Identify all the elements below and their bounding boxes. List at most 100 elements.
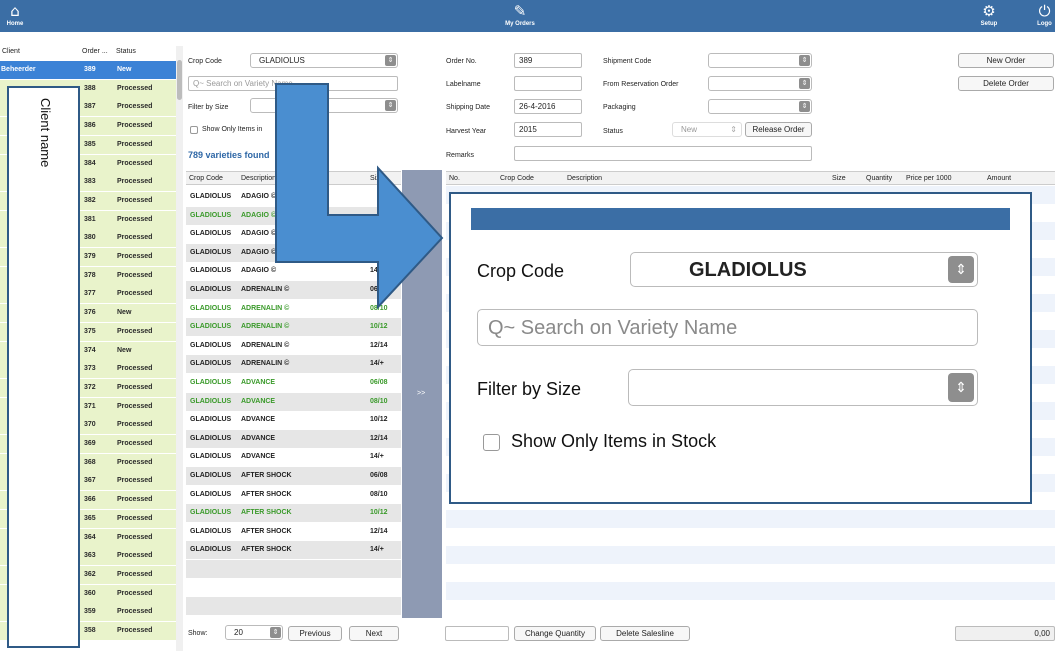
delete-order-button[interactable]: Delete Order (958, 76, 1054, 91)
quantity-column[interactable]: Quantity (866, 175, 892, 182)
order-number-cell: 371 (84, 402, 96, 410)
chevron-updown-icon: ⇕ (385, 100, 396, 111)
scroll-thumb[interactable] (177, 60, 182, 100)
status-cell: Processed (117, 215, 153, 223)
client-column-header[interactable]: Client (2, 48, 20, 55)
home-button[interactable]: ⌂ Home (4, 2, 26, 28)
next-button[interactable]: Next (349, 626, 399, 641)
variety-row[interactable]: GLADIOLUS AFTER SHOCK 08/10 (186, 485, 401, 504)
price-column[interactable]: Price per 1000 (906, 175, 952, 182)
previous-button[interactable]: Previous (288, 626, 342, 641)
variety-row[interactable]: GLADIOLUS ADVANCE 06/08 (186, 374, 401, 392)
variety-row[interactable]: GLADIOLUS ADRENALIN © 12/14 (186, 336, 401, 355)
shipping-date-field[interactable]: 26-4-2016 (514, 99, 582, 114)
order-list-row[interactable]: Beheerder 389 New (0, 61, 176, 79)
variety-description-cell: ADVANCE (241, 416, 276, 424)
zoom-filter-size-select[interactable]: ⇕ (628, 369, 978, 406)
amount-column[interactable]: Amount (987, 175, 1011, 182)
line-description-column[interactable]: Description (567, 175, 602, 182)
variety-row[interactable]: GLADIOLUS ADVANCE 12/14 (186, 429, 401, 448)
zoom-search-input[interactable]: Q~ Search on Variety Name (477, 309, 978, 346)
variety-crop-cell: GLADIOLUS (190, 193, 232, 200)
filter-size-select[interactable]: ⇕ (250, 98, 398, 113)
status-cell: Processed (117, 589, 153, 597)
order-column-header[interactable]: Order ... (82, 48, 108, 55)
line-size-column[interactable]: Size (832, 175, 846, 182)
order-line-row[interactable] (446, 600, 1055, 618)
variety-row[interactable]: GLADIOLUS ADVANCE 10/12 (186, 411, 401, 430)
variety-table-header: Crop Code Description Size (186, 171, 401, 185)
order-number-cell: 388 (84, 84, 96, 92)
variety-row[interactable]: GLADIOLUS AFTER SHOCK 10/12 (186, 504, 401, 523)
order-line-row[interactable] (446, 564, 1055, 582)
variety-row[interactable]: GLADIOLUS ADRENALIN © 08/10 (186, 299, 401, 318)
order-no-field[interactable]: 389 (514, 53, 582, 68)
variety-row[interactable]: GLADIOLUS ADAGIO © (186, 206, 401, 225)
quantity-input[interactable] (445, 626, 509, 641)
zoom-stock-checkbox[interactable] (483, 434, 500, 451)
packaging-select[interactable]: ⇕ (708, 99, 812, 114)
variety-size-cell: 08/10 (370, 397, 388, 405)
variety-row[interactable]: GLADIOLUS AFTER SHOCK 14/+ (186, 541, 401, 560)
status-cell: Processed (117, 608, 153, 616)
labelname-field[interactable] (514, 76, 582, 91)
order-number-cell: 379 (84, 253, 96, 260)
chevron-updown-icon: ⇕ (799, 78, 810, 89)
delete-salesline-button[interactable]: Delete Salesline (600, 626, 690, 641)
harvest-year-field[interactable]: 2015 (514, 122, 582, 137)
new-order-button[interactable]: New Order (958, 53, 1054, 68)
variety-row[interactable]: GLADIOLUS AFTER SHOCK 12/14 (186, 522, 401, 541)
variety-row[interactable]: GLADIOLUS ADAGIO © 12/14 (186, 243, 401, 262)
status-column-header[interactable]: Status (116, 48, 136, 55)
variety-size-cell: 06/08 (370, 379, 388, 386)
status-cell: Processed (117, 365, 153, 373)
status-select[interactable]: New ⇕ (672, 122, 742, 137)
empty-variety-row (186, 578, 401, 597)
add-to-order-button[interactable]: >> (402, 170, 442, 618)
variety-row[interactable]: GLADIOLUS ADVANCE 08/10 (186, 392, 401, 411)
order-line-row[interactable] (446, 582, 1055, 600)
status-cell: Processed (117, 421, 153, 429)
variety-row[interactable]: GLADIOLUS ADAGIO © (186, 225, 401, 244)
shipment-code-select[interactable]: ⇕ (708, 53, 812, 68)
variety-row[interactable]: GLADIOLUS ADVANCE 14/+ (186, 448, 401, 467)
logout-button[interactable]: ⏻ Logo (1034, 2, 1055, 28)
crop-code-select[interactable]: GLADIOLUS ⇕ (250, 53, 398, 68)
variety-row[interactable]: GLADIOLUS ADRENALIN © 10/12 (186, 318, 401, 337)
variety-row[interactable]: GLADIOLUS ADAGIO © 14/+ (186, 262, 401, 281)
my-orders-button[interactable]: ✎ My Orders (500, 2, 540, 28)
from-reservation-select[interactable]: ⇕ (708, 76, 812, 91)
variety-row[interactable]: GLADIOLUS ADAGIO © (186, 188, 401, 206)
status-cell: Processed (117, 84, 153, 92)
size-column[interactable]: Size (370, 175, 384, 182)
page-size-select[interactable]: 20 ⇕ (225, 625, 283, 640)
release-order-button[interactable]: Release Order (745, 122, 812, 137)
no-column[interactable]: No. (449, 175, 460, 182)
description-column[interactable]: Description (241, 175, 276, 182)
stock-only-checkbox[interactable] (190, 126, 198, 134)
page-size-value: 20 (234, 628, 243, 637)
client-name-callout-text: Client name (38, 98, 53, 168)
line-crop-code-column[interactable]: Crop Code (500, 175, 534, 182)
zoom-crop-code-label: Crop Code (477, 261, 565, 281)
order-line-row[interactable] (446, 528, 1055, 546)
order-line-row[interactable] (446, 546, 1055, 564)
order-list-header: Client Order ... Status (0, 46, 176, 60)
change-quantity-button[interactable]: Change Quantity (514, 626, 596, 641)
variety-search-input[interactable]: Q~ Search on Variety Name (188, 76, 398, 91)
zoom-crop-code-select[interactable]: GLADIOLUS ⇕ (630, 252, 978, 287)
variety-size-cell: 10/12 (370, 509, 388, 517)
variety-row[interactable]: GLADIOLUS ADRENALIN © 06/08 (186, 281, 401, 299)
setup-button[interactable]: ⚙ Setup (976, 2, 1002, 28)
crop-code-column[interactable]: Crop Code (189, 175, 223, 182)
order-number-cell: 368 (84, 458, 96, 466)
variety-row[interactable]: GLADIOLUS AFTER SHOCK 06/08 (186, 467, 401, 485)
status-cell: New (117, 309, 132, 317)
variety-description-cell: AFTER SHOCK (241, 509, 292, 517)
variety-crop-cell: GLADIOLUS (190, 360, 232, 368)
variety-row[interactable]: GLADIOLUS ADRENALIN © 14/+ (186, 355, 401, 374)
remarks-field[interactable] (514, 146, 812, 161)
order-list-scrollbar[interactable] (176, 46, 183, 651)
variety-crop-cell: GLADIOLUS (190, 323, 232, 331)
order-line-row[interactable] (446, 510, 1055, 528)
